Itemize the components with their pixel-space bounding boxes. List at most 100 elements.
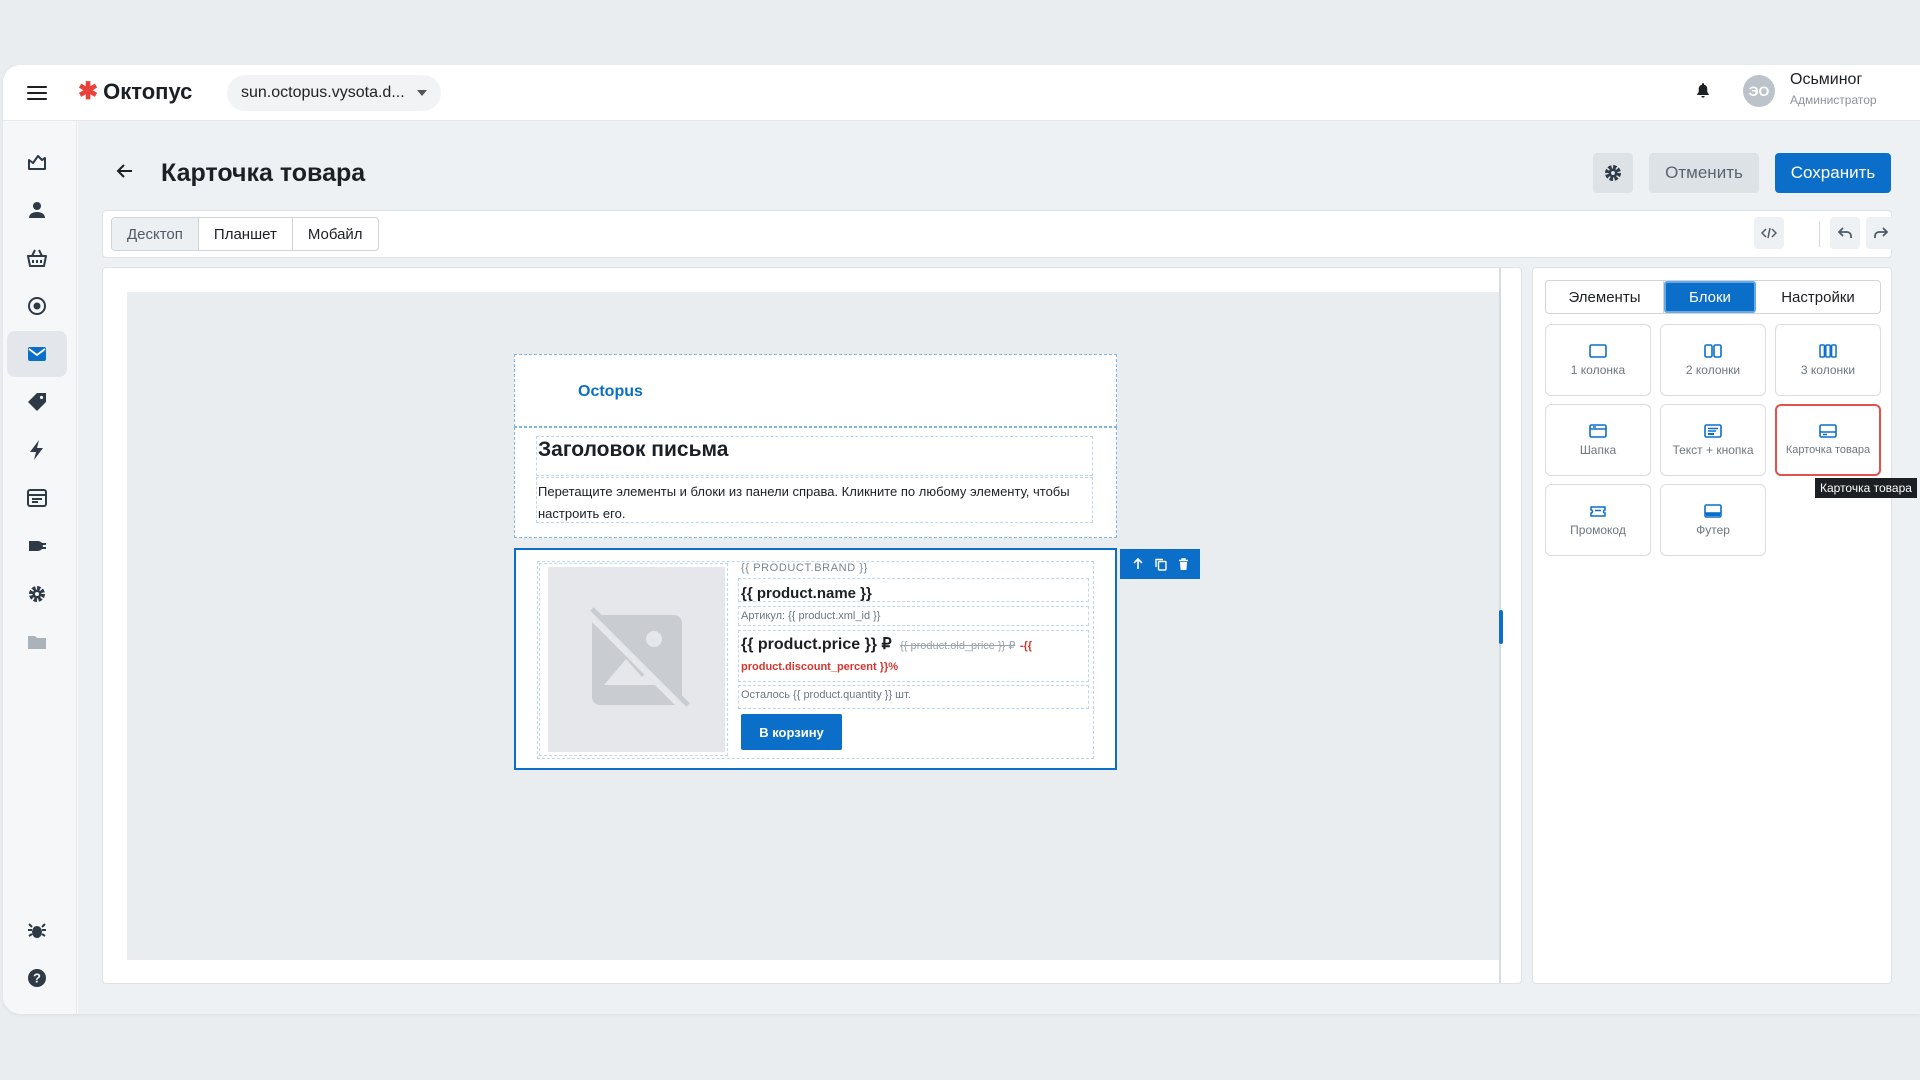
back-arrow-icon[interactable] (115, 161, 135, 186)
tab-desktop[interactable]: Десктоп (112, 218, 199, 250)
sidebar-item-templates[interactable] (7, 475, 67, 521)
tab-mobile[interactable]: Мобайл (293, 218, 378, 250)
block-promo-code[interactable]: Промокод (1545, 484, 1651, 556)
device-switcher: Десктоп Планшет Мобайл (111, 217, 379, 251)
block-label: 3 колонки (1800, 362, 1856, 377)
tag-icon (28, 393, 46, 411)
redo-icon (1874, 227, 1888, 238)
tab-elements[interactable]: Элементы (1546, 281, 1664, 313)
browser-icon (27, 489, 47, 507)
help-icon: ? (28, 969, 46, 987)
text-button-icon (1704, 423, 1722, 438)
sidebar-item-help[interactable]: ? (7, 955, 67, 1001)
settings-button[interactable] (1593, 153, 1633, 193)
email-text-block[interactable]: Заголовок письма Перетащите элементы и б… (514, 427, 1117, 538)
menu-icon[interactable] (27, 84, 47, 102)
app-logo[interactable]: ✱ Октопус (78, 79, 192, 105)
product-card-icon (1819, 424, 1837, 438)
svg-text:?: ? (33, 971, 41, 986)
product-name[interactable]: {{ product.name }} (741, 585, 872, 602)
lightning-icon (30, 440, 43, 460)
product-card-block[interactable]: {{ PRODUCT.BRAND }} {{ product.name }} А… (514, 548, 1200, 770)
mail-icon (28, 347, 46, 361)
tab-blocks[interactable]: Блоки (1664, 281, 1756, 313)
image-placeholder-icon (548, 567, 725, 752)
sidebar-item-promotions[interactable] (7, 379, 67, 425)
sidebar-item-mailings[interactable] (7, 331, 67, 377)
block-label: Текст + кнопка (1672, 442, 1754, 457)
redo-button[interactable] (1866, 217, 1896, 249)
undo-icon (1838, 227, 1852, 238)
blocks-panel: Элементы Блоки Настройки 1 колонка 2 кол… (1532, 267, 1892, 984)
email-paragraph[interactable]: Перетащите элементы и блоки из панели сп… (538, 481, 1093, 525)
folder-icon (28, 636, 46, 649)
block-footer[interactable]: Футер (1660, 484, 1766, 556)
save-button[interactable]: Сохранить (1775, 153, 1891, 193)
logo-text: Октопус (103, 79, 193, 104)
main-content: Карточка товара Отменить Сохранить Дескт… (78, 121, 1920, 1014)
promo-code-icon (1590, 505, 1606, 517)
block-product-card[interactable]: Карточка товара (1775, 404, 1881, 476)
copy-icon[interactable] (1154, 558, 1167, 571)
domain-text: sun.octopus.vysota.d... (241, 84, 405, 101)
toolbar-divider (1819, 221, 1820, 247)
code-icon (1761, 227, 1777, 239)
block-one-column[interactable]: 1 колонка (1545, 324, 1651, 396)
block-text-button[interactable]: Текст + кнопка (1660, 404, 1766, 476)
block-header[interactable]: Шапка (1545, 404, 1651, 476)
dashboard-icon (28, 155, 46, 170)
tab-tablet[interactable]: Планшет (199, 218, 293, 250)
product-quantity[interactable]: Осталось {{ product.quantity }} шт. (741, 689, 911, 701)
trash-icon[interactable] (1178, 558, 1189, 570)
sidebar-item-files[interactable] (7, 619, 67, 665)
sidebar-item-integrations[interactable] (7, 523, 67, 569)
block-two-columns[interactable]: 2 колонки (1660, 324, 1766, 396)
logo-mark-icon: ✱ (78, 78, 99, 105)
block-label: 1 колонка (1570, 362, 1626, 377)
sidebar-item-users[interactable] (7, 187, 67, 233)
top-bar: ✱ Октопус sun.octopus.vysota.d... ЭО Ось… (3, 65, 1920, 121)
product-image-cell[interactable] (539, 563, 728, 756)
footer-block-icon (1704, 503, 1722, 518)
sidebar-item-automation[interactable] (7, 427, 67, 473)
code-view-button[interactable] (1754, 217, 1784, 249)
page-title: Карточка товара (161, 159, 366, 187)
avatar[interactable]: ЭО (1743, 75, 1775, 107)
user-icon (29, 202, 45, 218)
product-sku[interactable]: Артикул: {{ product.xml_id }} (741, 610, 880, 622)
block-label: Шапка (1579, 442, 1617, 457)
email-logo[interactable]: Octopus (578, 383, 643, 401)
cancel-button[interactable]: Отменить (1649, 153, 1759, 193)
undo-button[interactable] (1830, 217, 1860, 249)
product-old-price: {{ product.old_price }} ₽ (900, 640, 1016, 652)
product-brand[interactable]: {{ PRODUCT.BRAND }} (741, 562, 868, 574)
tab-settings[interactable]: Настройки (1756, 281, 1880, 313)
move-up-icon[interactable] (1132, 558, 1144, 570)
block-label: Карточка товара (1785, 444, 1871, 456)
header-block-icon (1589, 423, 1607, 438)
bell-icon[interactable] (1696, 82, 1710, 103)
two-columns-icon (1704, 343, 1722, 358)
block-three-columns[interactable]: 3 колонки (1775, 324, 1881, 396)
panel-resize-handle[interactable] (1499, 610, 1503, 644)
sidebar-item-orders[interactable] (7, 235, 67, 281)
product-price-line[interactable]: {{ product.price }} ₽ {{ product.old_pri… (741, 635, 1081, 677)
sidebar-item-settings[interactable] (7, 571, 67, 617)
sidebar-item-dashboard[interactable] (7, 139, 67, 185)
user-role: Администратор (1790, 93, 1877, 107)
add-to-cart-button[interactable]: В корзину (741, 714, 842, 750)
one-column-icon (1589, 343, 1607, 358)
app-window: ✱ Октопус sun.octopus.vysota.d... ЭО Ось… (3, 65, 1920, 1014)
sidebar-item-segments[interactable] (7, 283, 67, 329)
domain-selector[interactable]: sun.octopus.vysota.d... (227, 75, 441, 111)
editor-toolbar: Десктоп Планшет Мобайл (102, 210, 1896, 258)
three-columns-icon (1819, 343, 1837, 358)
user-name[interactable]: Осьминог (1790, 71, 1862, 89)
block-label: Промокод (1570, 522, 1626, 537)
block-label: Футер (1696, 522, 1730, 537)
email-logo-block[interactable]: Octopus (514, 354, 1117, 427)
email-heading[interactable]: Заголовок письма (538, 438, 728, 462)
target-icon (28, 297, 46, 315)
plug-icon (29, 541, 46, 551)
sidebar-item-debug[interactable] (7, 907, 67, 953)
